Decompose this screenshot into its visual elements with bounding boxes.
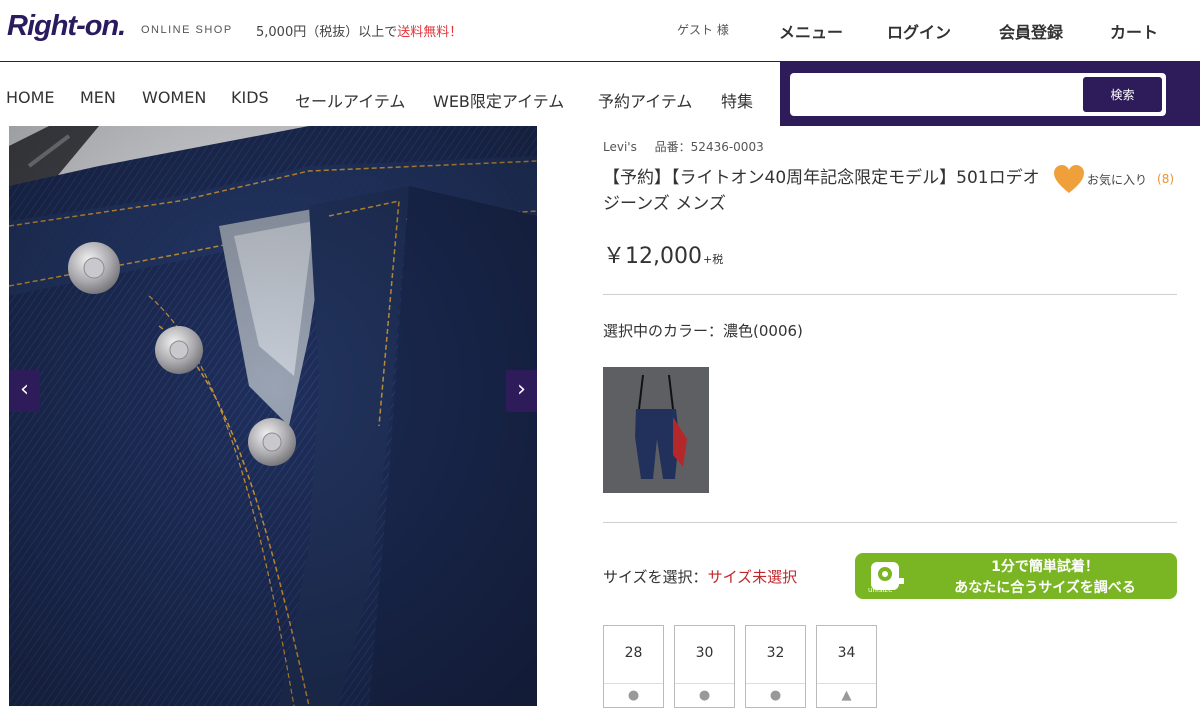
- nav-sale-items[interactable]: セールアイテム: [295, 88, 405, 112]
- stock-indicator: ▲: [841, 688, 852, 703]
- product-main-image: ‹ ›: [9, 126, 537, 706]
- category-nav: HOME MEN WOMEN KIDS セールアイテム WEB限定アイテム 予約…: [0, 62, 780, 126]
- heart-icon: [1054, 165, 1084, 193]
- tax-label: +税: [702, 253, 724, 266]
- size-option-34[interactable]: 34 ▲: [816, 625, 877, 708]
- product-code: 品番：52436-0003: [654, 140, 764, 154]
- shipping-notice: 5,000円（税抜）以上で送料無料！: [256, 21, 462, 40]
- color-value: 濃色(0006): [723, 322, 803, 340]
- size-number: 32: [766, 645, 785, 661]
- size-divider: [675, 683, 734, 684]
- favorite-count: (8): [1157, 172, 1175, 186]
- divider: [603, 294, 1177, 295]
- prev-image-button[interactable]: ‹: [9, 370, 40, 412]
- price-value: ￥12,000: [603, 244, 702, 269]
- nav-home[interactable]: HOME: [6, 88, 55, 107]
- size-option-30[interactable]: 30 ●: [674, 625, 735, 708]
- nav-men[interactable]: MEN: [80, 88, 116, 107]
- stock-indicator: ●: [698, 688, 711, 703]
- nav-women[interactable]: WOMEN: [142, 88, 206, 107]
- nav-preorder-items[interactable]: 予約アイテム: [598, 88, 692, 112]
- cart-link[interactable]: カート: [1110, 19, 1158, 43]
- brand-code-line: Levi's 品番：52436-0003: [603, 138, 764, 155]
- favorite-label: お気に入り: [1087, 172, 1148, 187]
- size-divider: [604, 683, 663, 684]
- search-input[interactable]: [796, 78, 1079, 111]
- denim-photo: [9, 126, 537, 706]
- size-number: 30: [695, 645, 714, 661]
- size-label: サイズを選択：: [603, 568, 708, 586]
- size-unselected: サイズ未選択: [707, 568, 798, 586]
- unisize-fitting-button[interactable]: unisize 1分で簡単試着！ あなたに合うサイズを調べる: [855, 553, 1177, 599]
- nav-kids[interactable]: KIDS: [231, 88, 269, 107]
- favorite-button[interactable]: お気に入り (8): [1053, 164, 1174, 194]
- stock-indicator: ●: [627, 688, 640, 703]
- size-selection-status: サイズを選択：サイズ未選択: [603, 566, 797, 587]
- nav-features[interactable]: 特集: [721, 88, 753, 112]
- size-divider: [817, 683, 876, 684]
- divider: [603, 522, 1177, 523]
- size-option-28[interactable]: 28 ●: [603, 625, 664, 708]
- color-swatch-thumbnail[interactable]: [603, 367, 709, 493]
- stock-indicator: ●: [769, 688, 782, 703]
- guest-label: ゲスト 様: [677, 23, 729, 37]
- site-logo[interactable]: Right-on.: [7, 10, 126, 43]
- unisize-icon-text: unisize: [868, 586, 893, 594]
- logo-subtitle: ONLINE SHOP: [141, 24, 233, 36]
- brand-name[interactable]: Levi's: [603, 140, 637, 154]
- login-link[interactable]: ログイン: [887, 19, 951, 43]
- nav-web-limited[interactable]: WEB限定アイテム: [433, 88, 564, 112]
- menu-link[interactable]: メニュー: [779, 19, 843, 43]
- unisize-line1: 1分で簡単試着！: [991, 559, 1099, 575]
- shipping-free-label: 送料無料！: [397, 25, 463, 40]
- shipping-condition: 5,000円（税抜）以上で: [256, 25, 398, 40]
- size-number: 34: [837, 645, 856, 661]
- unisize-line2: あなたに合うサイズを調べる: [954, 580, 1136, 596]
- search-button[interactable]: 検索: [1083, 77, 1162, 112]
- color-label: 選択中のカラー：: [603, 322, 724, 340]
- register-link[interactable]: 会員登録: [999, 19, 1063, 43]
- size-divider: [746, 683, 805, 684]
- jeans-thumbnail: [603, 367, 709, 493]
- product-title: 【予約】【ライトオン40周年記念限定モデル】501ロデオジーンズ メンズ: [603, 168, 1040, 214]
- top-header: Right-on. ONLINE SHOP 5,000円（税抜）以上で送料無料！…: [0, 0, 1200, 62]
- product-price: ￥12,000+税: [603, 238, 723, 270]
- size-number: 28: [624, 645, 643, 661]
- next-image-button[interactable]: ›: [506, 370, 537, 412]
- size-option-32[interactable]: 32 ●: [745, 625, 806, 708]
- selected-color: 選択中のカラー：濃色(0006): [603, 320, 803, 341]
